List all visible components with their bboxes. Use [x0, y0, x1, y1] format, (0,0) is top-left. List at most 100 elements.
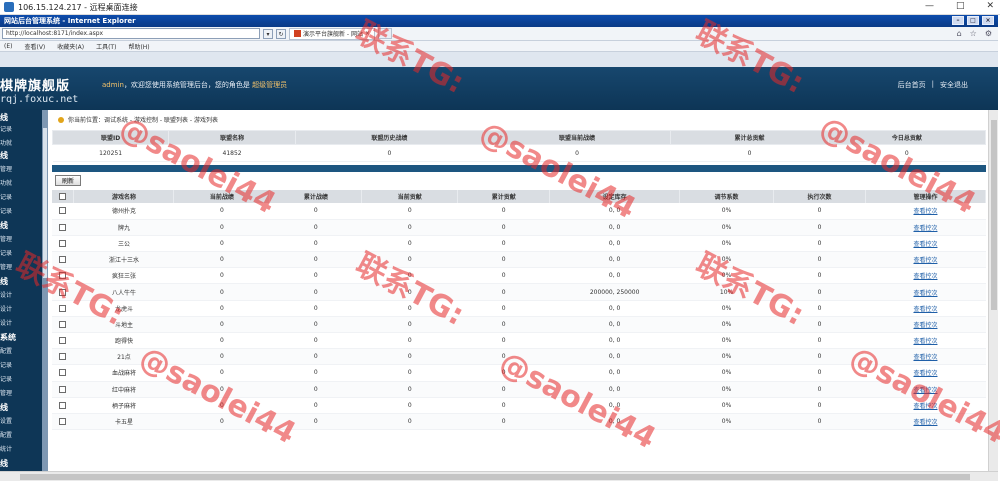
- browser-minimize-icon[interactable]: –: [952, 16, 964, 25]
- horizontal-scrollbar[interactable]: [0, 471, 998, 481]
- sidebar-item[interactable]: 配置: [0, 346, 46, 355]
- game-row: 疯狂三张 0 0 0 0 0, 0 0% 0 查看控次: [52, 267, 986, 285]
- maximize-icon[interactable]: □: [956, 1, 965, 11]
- admin-sidebar: 线记录 功就线管理 功就 记录 记录线管理 记录 管理线设计 设计 设计 系统 配置 记录 记录 管理线设…: [0, 110, 48, 481]
- row-checkbox[interactable]: [59, 401, 67, 409]
- select-all-checkbox[interactable]: [59, 193, 67, 200]
- sidebar-item[interactable]: 功就: [0, 178, 46, 187]
- game-value-cell: 0, 0: [549, 397, 680, 414]
- browser-tab[interactable]: 演示平台旗舰新 - 网站 ×: [289, 27, 376, 40]
- game-value-cell: 0: [361, 300, 458, 317]
- sidebar-item[interactable]: 记录: [0, 192, 46, 201]
- game-value-cell: 0, 0: [549, 251, 680, 269]
- menu-tools[interactable]: 工具(T): [96, 42, 116, 51]
- row-checkbox[interactable]: [59, 207, 67, 215]
- horizontal-scroll-thumb[interactable]: [20, 474, 970, 480]
- game-row: 浙江十三水 0 0 0 0 0, 0 0% 0 查看控次: [52, 251, 986, 269]
- favorites-star-icon[interactable]: ☆: [970, 29, 977, 38]
- sidebar-item[interactable]: 记录: [0, 124, 46, 133]
- row-checkbox[interactable]: [59, 272, 67, 280]
- sidebar-item[interactable]: 统计: [0, 444, 46, 453]
- view-control-link[interactable]: 查看控次: [913, 322, 937, 329]
- search-dropdown-icon[interactable]: ▾: [263, 28, 273, 39]
- minimize-icon[interactable]: —: [925, 1, 934, 11]
- browser-tools: ⌂ ☆ ⚙: [957, 29, 992, 38]
- row-checkbox[interactable]: [59, 256, 67, 264]
- view-control-link[interactable]: 查看控次: [913, 387, 937, 394]
- sidebar-item[interactable]: 线: [0, 458, 46, 469]
- view-control-link[interactable]: 查看控次: [913, 419, 937, 426]
- view-control-link[interactable]: 查看控次: [913, 338, 937, 345]
- game-value-cell: 0: [361, 283, 458, 301]
- view-control-link[interactable]: 查看控次: [913, 273, 937, 280]
- menu-edit[interactable]: (E): [4, 43, 12, 50]
- row-checkbox[interactable]: [59, 385, 67, 393]
- sidebar-item[interactable]: 系统: [0, 332, 46, 343]
- game-value-cell: 0: [457, 267, 550, 285]
- sidebar-item[interactable]: 管理: [0, 234, 46, 243]
- game-value-cell: 0: [269, 235, 362, 253]
- game-value-cell: 0%: [679, 219, 774, 236]
- sidebar-item[interactable]: 记录: [0, 206, 46, 215]
- view-control-link[interactable]: 查看控次: [913, 306, 937, 313]
- view-control-link[interactable]: 查看控次: [913, 290, 937, 297]
- row-checkbox[interactable]: [59, 418, 67, 426]
- close-icon[interactable]: ✕: [986, 1, 994, 11]
- view-control-link[interactable]: 查看控次: [913, 257, 937, 264]
- row-checkbox[interactable]: [59, 288, 67, 296]
- content-scrollbar[interactable]: [988, 110, 998, 481]
- view-control-link[interactable]: 查看控次: [913, 370, 937, 377]
- admin-home-link[interactable]: 后台首页: [898, 80, 926, 90]
- sidebar-item[interactable]: 记录: [0, 374, 46, 383]
- sidebar-item[interactable]: 管理: [0, 388, 46, 397]
- sidebar-item[interactable]: 管理: [0, 164, 46, 173]
- home-icon[interactable]: ⌂: [957, 29, 962, 38]
- sidebar-item[interactable]: 设计: [0, 304, 46, 313]
- view-control-link[interactable]: 查看控次: [913, 354, 937, 361]
- menu-view[interactable]: 查看(V): [24, 42, 45, 51]
- menu-favorites[interactable]: 收藏夹(A): [57, 42, 84, 51]
- browser-maximize-icon[interactable]: □: [967, 16, 979, 25]
- sidebar-item[interactable]: 管理: [0, 262, 46, 271]
- view-control-link[interactable]: 查看控次: [913, 241, 937, 248]
- sidebar-item[interactable]: 线: [0, 150, 46, 161]
- view-control-link[interactable]: 查看控次: [913, 208, 937, 215]
- address-bar-row: http://localhost:8171/index.aspx ▾ ↻ 演示平…: [0, 27, 998, 41]
- sidebar-item[interactable]: 线: [0, 220, 46, 231]
- sidebar-item[interactable]: 线: [0, 402, 46, 413]
- sidebar-item[interactable]: 设置: [0, 416, 46, 425]
- view-control-link[interactable]: 查看控次: [913, 403, 937, 410]
- row-checkbox[interactable]: [59, 304, 67, 312]
- row-checkbox[interactable]: [59, 369, 67, 377]
- sidebar-item[interactable]: 线: [0, 112, 46, 123]
- refresh-page-icon[interactable]: ↻: [276, 28, 286, 39]
- summary-header: 联盟ID: [51, 130, 170, 145]
- game-value-cell: 0: [457, 283, 550, 301]
- row-checkbox[interactable]: [59, 223, 67, 231]
- refresh-button[interactable]: 刷新: [55, 175, 81, 186]
- tab-close-icon[interactable]: ×: [365, 30, 370, 37]
- sidebar-item[interactable]: 功就: [0, 138, 46, 147]
- content-scroll-thumb[interactable]: [991, 120, 997, 310]
- action-cell: 查看控次: [865, 267, 986, 285]
- view-control-link[interactable]: 查看控次: [913, 225, 937, 232]
- row-checkbox[interactable]: [59, 353, 67, 361]
- favicon-icon: [294, 30, 301, 37]
- menu-help[interactable]: 帮助(H): [128, 42, 149, 51]
- sidebar-item[interactable]: 设计: [0, 290, 46, 299]
- row-checkbox[interactable]: [59, 320, 67, 328]
- sidebar-item[interactable]: 记录: [0, 360, 46, 369]
- sidebar-item[interactable]: 记录: [0, 248, 46, 257]
- settings-gear-icon[interactable]: ⚙: [985, 29, 992, 38]
- browser-close-icon[interactable]: ×: [982, 16, 994, 25]
- game-value-cell: 0: [269, 348, 362, 366]
- logout-link[interactable]: 安全退出: [940, 80, 968, 90]
- address-input[interactable]: http://localhost:8171/index.aspx: [2, 28, 260, 39]
- row-checkbox[interactable]: [59, 239, 67, 247]
- sidebar-item[interactable]: 设计: [0, 318, 46, 327]
- game-value-cell: 0: [457, 235, 550, 253]
- sidebar-item[interactable]: 配置: [0, 430, 46, 439]
- sidebar-item[interactable]: 线: [0, 276, 46, 287]
- row-checkbox[interactable]: [59, 337, 67, 345]
- new-tab-button[interactable]: [378, 28, 393, 39]
